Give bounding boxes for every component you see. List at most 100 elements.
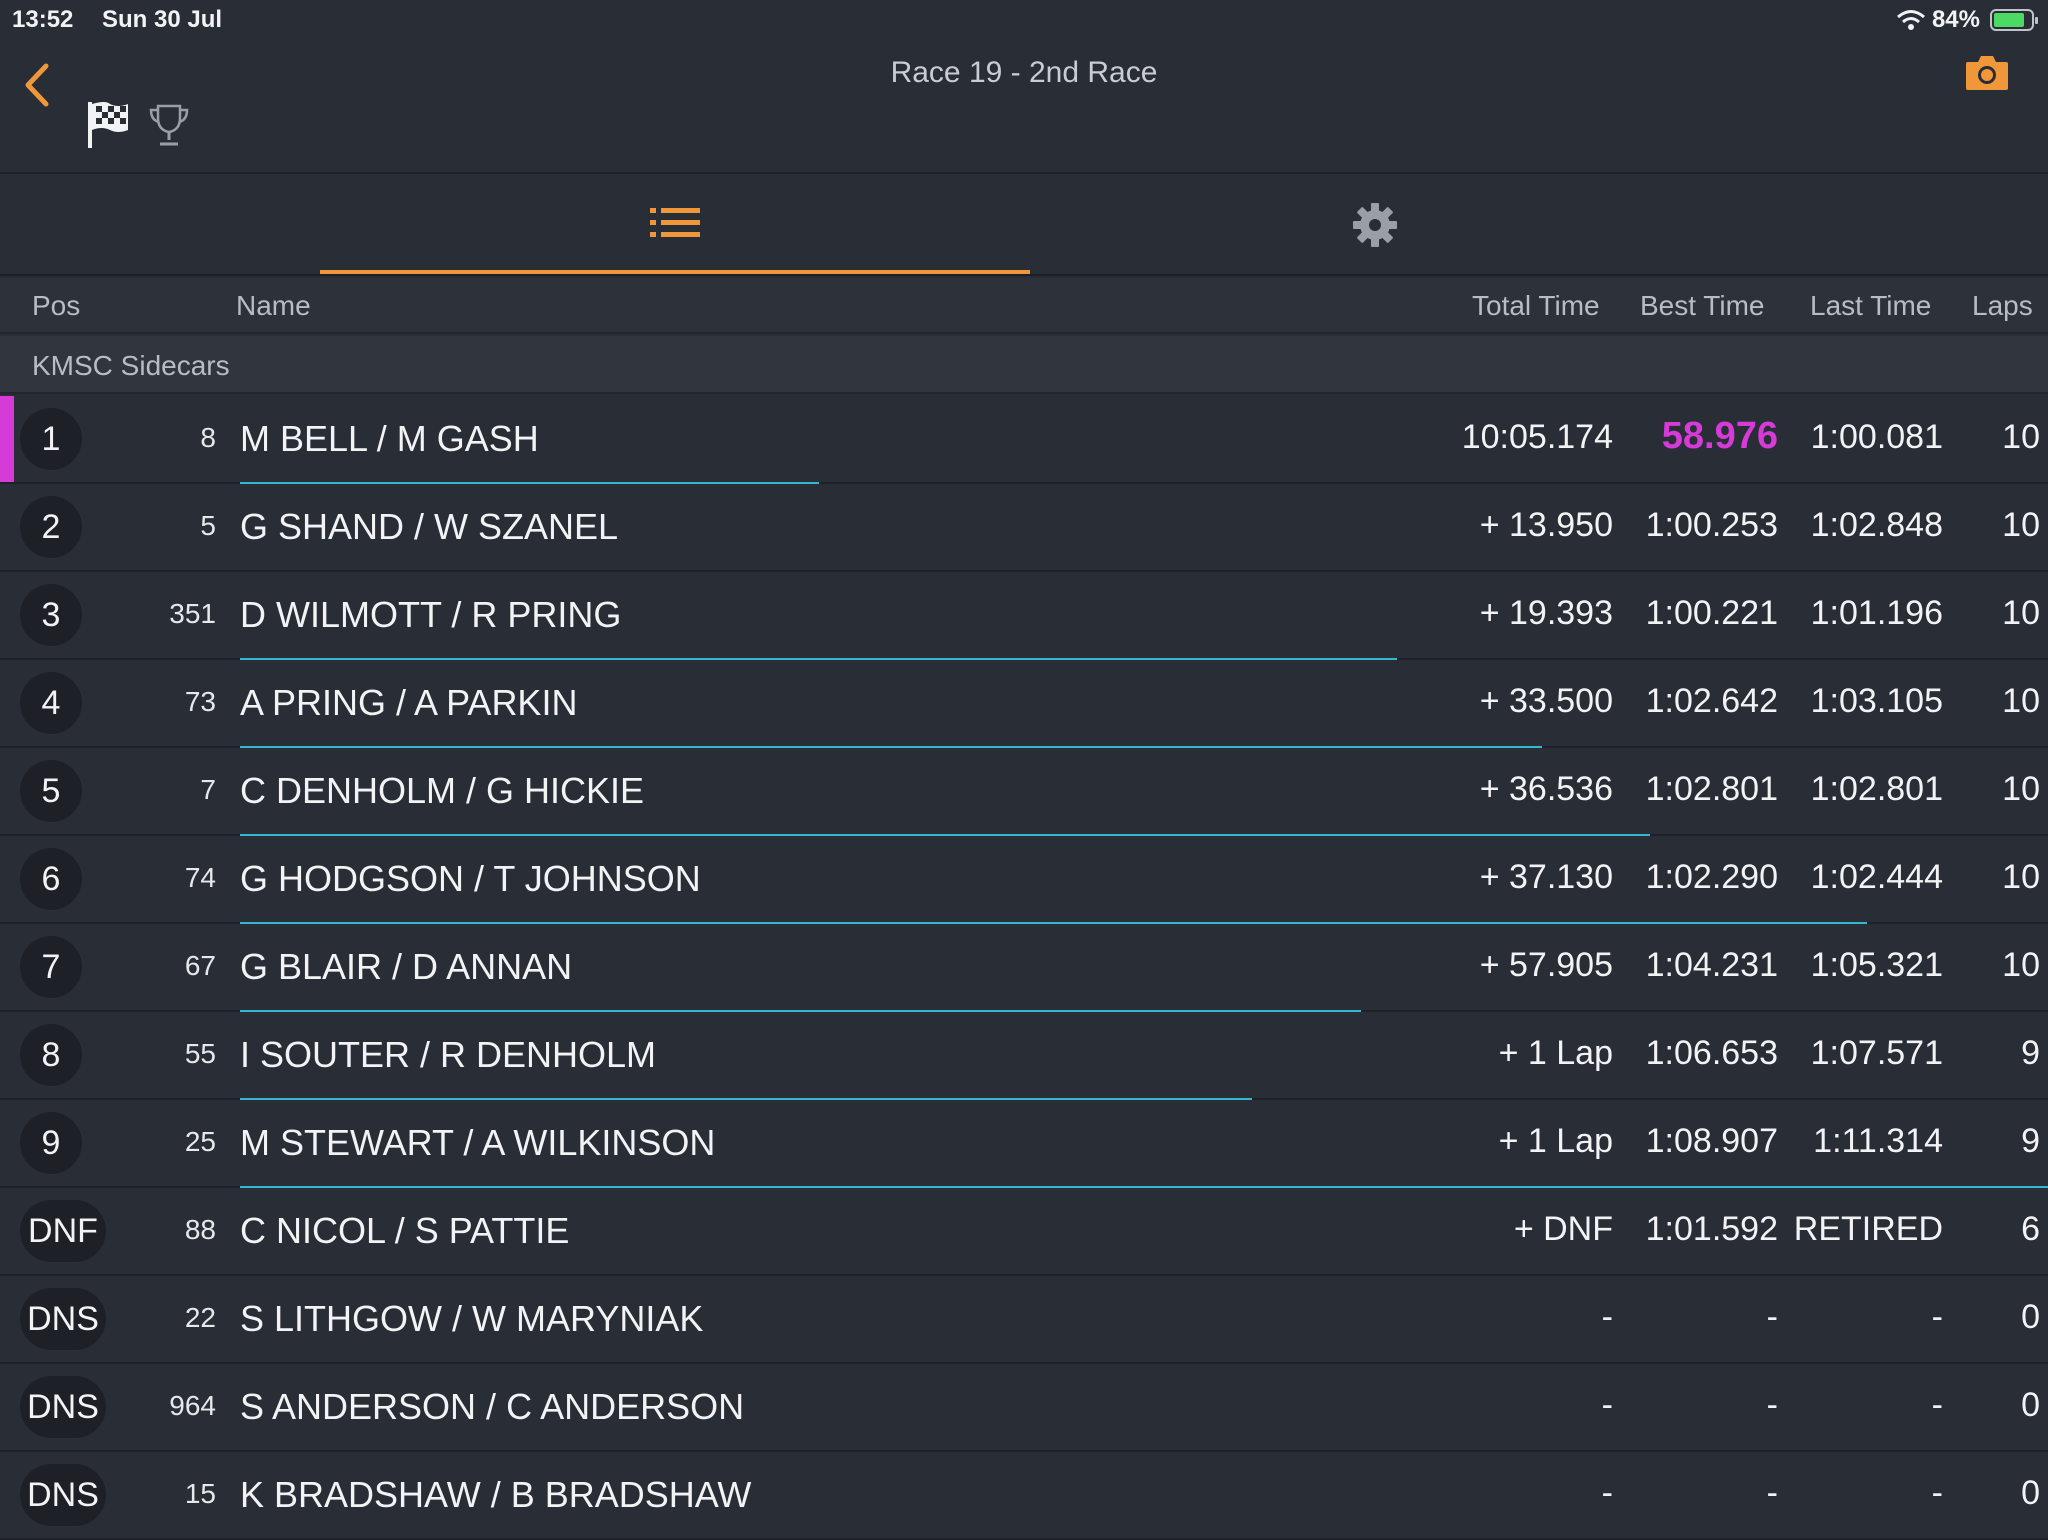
laps-count: 0	[2021, 1474, 2040, 1512]
trophy-icon[interactable]	[148, 102, 190, 148]
battery-icon	[1990, 9, 2038, 31]
race-number: 67	[184, 950, 216, 981]
result-row[interactable]: 8 55 I SOUTER / R DENHOLM + 1 Lap 1:06.653 1:…	[0, 1012, 2048, 1100]
class-name: KMSC Sidecars	[32, 350, 230, 381]
column-best-time[interactable]: Best Time	[1640, 290, 1764, 322]
column-pos[interactable]: Pos	[32, 290, 80, 322]
result-row[interactable]: 4 73 A PRING / A PARKIN + 33.500 1:02.642 1:0…	[0, 660, 2048, 748]
race-number: 5	[200, 510, 216, 541]
best-time: 1:00.221	[1645, 594, 1778, 632]
wifi-icon	[1896, 10, 1925, 30]
total-time: + 57.905	[1479, 946, 1613, 984]
best-time: 1:02.801	[1645, 770, 1778, 808]
last-time: -	[1931, 1298, 1943, 1336]
result-row[interactable]: 5 7 C DENHOLM / G HICKIE + 36.536 1:02.801 1:…	[0, 748, 2048, 836]
results-list: 1 8 M BELL / M GASH 10:05.174 58.976 1:00.081…	[0, 396, 2048, 1540]
race-number: 73	[184, 686, 216, 717]
total-time: + 36.536	[1479, 770, 1613, 808]
best-time: 1:06.653	[1645, 1034, 1778, 1072]
laps-count: 10	[2002, 682, 2040, 720]
last-time: 1:07.571	[1810, 1034, 1943, 1072]
result-row[interactable]: 2 5 G SHAND / W SZANEL + 13.950 1:00.253 1:02…	[0, 484, 2048, 572]
laps-count: 10	[2002, 770, 2040, 808]
total-time: + 19.393	[1479, 594, 1613, 632]
result-row[interactable]: 6 74 G HODGSON / T JOHNSON + 37.130 1:02.290…	[0, 836, 2048, 924]
result-row[interactable]: DNS 964 S ANDERSON / C ANDERSON - - - 0	[0, 1364, 2048, 1452]
driver-name: G HODGSON / T JOHNSON	[240, 858, 701, 899]
result-row[interactable]: DNS 22 S LITHGOW / W MARYNIAK - - - 0	[0, 1276, 2048, 1364]
result-row[interactable]: 1 8 M BELL / M GASH 10:05.174 58.976 1:00.081…	[0, 396, 2048, 484]
tab-bar	[0, 176, 2048, 276]
last-time: 1:11.314	[1813, 1122, 1943, 1160]
navigation-bar: Race 19 - 2nd Race	[0, 40, 2048, 174]
last-time: 1:02.801	[1810, 770, 1943, 808]
race-number: 88	[184, 1214, 216, 1245]
tab-settings[interactable]	[1020, 176, 1730, 274]
camera-button[interactable]	[1964, 52, 2010, 92]
total-time: -	[1601, 1298, 1613, 1336]
race-number: 351	[169, 598, 216, 629]
last-time: 1:05.321	[1810, 946, 1943, 984]
status-bar: 13:52 Sun 30 Jul 84%	[0, 0, 2048, 40]
result-row[interactable]: DNS 15 K BRADSHAW / B BRADSHAW - - - 0	[0, 1452, 2048, 1540]
position-badge: DNS	[20, 1464, 106, 1526]
position-badge: 9	[20, 1112, 82, 1174]
total-time: + 13.950	[1479, 506, 1613, 544]
race-number: 964	[169, 1390, 216, 1421]
class-group-header: KMSC Sidecars	[0, 336, 2048, 394]
best-time: -	[1766, 1474, 1778, 1512]
last-time: 1:00.081	[1810, 418, 1943, 456]
race-number: 25	[184, 1126, 216, 1157]
laps-count: 10	[2002, 506, 2040, 544]
driver-name: C DENHOLM / G HICKIE	[240, 770, 645, 811]
laps-count: 10	[2002, 946, 2040, 984]
result-row[interactable]: DNF 88 C NICOL / S PATTIE + DNF 1:01.592 RETI…	[0, 1188, 2048, 1276]
position-badge: DNS	[20, 1288, 106, 1350]
best-time: 1:04.231	[1645, 946, 1778, 984]
checkered-flag-icon[interactable]	[86, 100, 130, 150]
best-time: 1:01.592	[1645, 1210, 1778, 1248]
laps-count: 10	[2002, 858, 2040, 896]
laps-count: 6	[2021, 1210, 2040, 1248]
race-number: 74	[184, 862, 216, 893]
fastest-lap-indicator	[0, 396, 14, 482]
best-time: 1:00.253	[1645, 506, 1778, 544]
last-time: 1:02.444	[1810, 858, 1943, 896]
column-headers: Pos Name Total Time Best Time Last Time …	[0, 278, 2048, 334]
total-time: + 37.130	[1479, 858, 1613, 896]
position-badge: DNF	[20, 1200, 106, 1262]
position-badge: DNS	[20, 1376, 106, 1438]
result-row[interactable]: 3 351 D WILMOTT / R PRING + 19.393 1:00.221 1…	[0, 572, 2048, 660]
laps-count: 10	[2002, 418, 2040, 456]
position-badge: 2	[20, 496, 82, 558]
driver-name: D WILMOTT / R PRING	[240, 594, 622, 635]
position-badge: 4	[20, 672, 82, 734]
column-laps[interactable]: Laps	[1972, 290, 2033, 322]
total-time: + DNF	[1513, 1210, 1613, 1248]
race-number: 7	[200, 774, 216, 805]
last-time: RETIRED	[1793, 1210, 1943, 1248]
battery-percentage: 84%	[1931, 6, 1980, 33]
driver-name: M STEWART / A WILKINSON	[240, 1122, 716, 1163]
column-last-time[interactable]: Last Time	[1810, 290, 1931, 322]
race-number: 8	[200, 422, 216, 453]
laps-count: 9	[2021, 1122, 2040, 1160]
position-badge: 5	[20, 760, 82, 822]
driver-name: A PRING / A PARKIN	[240, 682, 578, 723]
status-indicators: 84%	[1896, 6, 2038, 34]
column-total-time[interactable]: Total Time	[1472, 290, 1600, 322]
position-badge: 7	[20, 936, 82, 998]
result-row[interactable]: 7 67 G BLAIR / D ANNAN + 57.905 1:04.231 1:05…	[0, 924, 2048, 1012]
driver-name: K BRADSHAW / B BRADSHAW	[240, 1474, 752, 1515]
column-name[interactable]: Name	[236, 290, 311, 322]
best-time: -	[1766, 1386, 1778, 1424]
status-time: 13:52	[12, 6, 74, 33]
laps-count: 9	[2021, 1034, 2040, 1072]
gear-icon	[1353, 203, 1397, 247]
position-badge: 1	[20, 408, 82, 470]
total-time: -	[1601, 1386, 1613, 1424]
best-time: -	[1766, 1298, 1778, 1336]
tab-results-list[interactable]	[320, 176, 1030, 274]
result-row[interactable]: 9 25 M STEWART / A WILKINSON + 1 Lap 1:08.90…	[0, 1100, 2048, 1188]
last-time: -	[1931, 1386, 1943, 1424]
